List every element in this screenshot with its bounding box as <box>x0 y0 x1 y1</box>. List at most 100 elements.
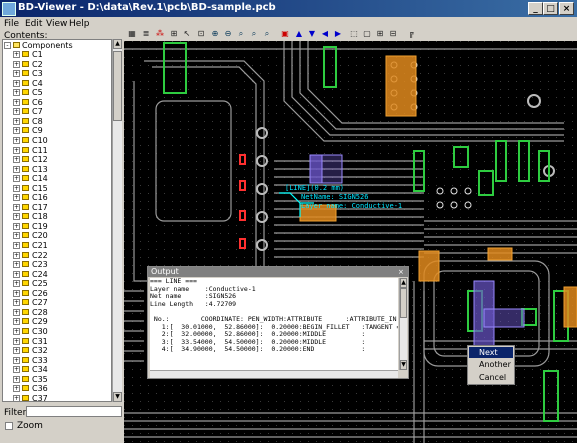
output-window[interactable]: Output × === LINE === Layer name :Conduct… <box>147 266 409 379</box>
expand-icon[interactable]: + <box>13 203 20 211</box>
expand-icon[interactable]: + <box>13 242 20 249</box>
tree-scrollbar[interactable]: ▲ ▼ <box>112 39 122 402</box>
output-hscroll[interactable] <box>150 370 398 378</box>
tree-item-label: C13 <box>32 164 48 174</box>
properties-icon[interactable]: ╔ <box>406 29 416 39</box>
expand-icon[interactable]: + <box>13 127 20 135</box>
expand-icon[interactable]: + <box>13 165 20 173</box>
expand-icon[interactable]: + <box>13 79 20 87</box>
expand-icon[interactable]: + <box>13 146 20 154</box>
menu-help[interactable]: Help <box>69 19 90 29</box>
scroll-thumb[interactable] <box>113 51 122 121</box>
component-icon <box>22 270 29 277</box>
expand-icon[interactable]: + <box>13 347 20 355</box>
select-area-icon[interactable]: ▢ <box>362 29 372 39</box>
expand-icon[interactable]: + <box>13 394 20 401</box>
component-icon <box>22 89 29 96</box>
zoom-checkbox[interactable] <box>5 422 13 430</box>
component-icon <box>22 136 29 143</box>
expand-icon[interactable]: + <box>13 184 20 192</box>
component-icon <box>22 203 29 210</box>
expand-icon[interactable]: + <box>13 98 20 106</box>
pan-down-icon[interactable]: ▼ <box>307 29 317 39</box>
grid-icon[interactable]: ▦ <box>127 29 137 39</box>
output-scroll-up-icon[interactable]: ▲ <box>400 278 407 288</box>
expand-icon[interactable]: + <box>13 318 20 326</box>
expand-icon[interactable]: + <box>13 299 20 307</box>
expand-icon[interactable]: + <box>13 136 20 144</box>
collapse-icon[interactable]: - <box>4 42 11 49</box>
filter-input[interactable] <box>26 406 122 417</box>
expand-icon[interactable]: + <box>13 175 20 183</box>
component-icon <box>22 222 29 229</box>
measure-icon[interactable]: ⊡ <box>196 29 206 39</box>
component-tree[interactable]: - Components + C1 + C2 + C3 + C4 + C5 + C6 + C7 + C8 + C9… <box>2 39 112 402</box>
zoom-fit-icon[interactable]: ⌕ <box>236 29 246 39</box>
tree-item-label: C19 <box>32 221 48 231</box>
tree-item-label: C22 <box>32 250 48 260</box>
close-button[interactable]: × <box>559 2 574 15</box>
maximize-button[interactable]: □ <box>543 2 558 15</box>
expand-icon[interactable]: + <box>13 51 20 58</box>
component-icon <box>22 98 29 105</box>
menu-file[interactable]: File <box>4 19 19 29</box>
output-text: === LINE === Layer name :Conductive-1 Net … <box>150 278 398 370</box>
output-close-icon[interactable]: × <box>398 267 404 277</box>
expand-icon[interactable]: + <box>13 60 20 68</box>
output-scroll-thumb[interactable] <box>400 288 407 318</box>
component-icon <box>22 60 29 67</box>
pan-left-icon[interactable]: ◀ <box>320 29 330 39</box>
expand-icon[interactable]: + <box>13 213 20 221</box>
layers-icon[interactable]: ≣ <box>141 29 151 39</box>
expand-icon[interactable]: + <box>13 156 20 164</box>
tree-item-label: C18 <box>32 212 48 222</box>
output-line: 4:[ 34.90000, 54.50000]: 0.20000:END : <box>150 345 366 354</box>
minimize-button[interactable]: _ <box>528 2 543 15</box>
expand-icon[interactable]: + <box>13 194 20 202</box>
expand-icon[interactable]: + <box>13 232 20 240</box>
expand-icon[interactable]: + <box>13 308 20 316</box>
menu-edit[interactable]: Edit <box>25 19 42 29</box>
tree-item-label: C26 <box>32 288 48 298</box>
deselect-icon[interactable]: ⊟ <box>388 29 398 39</box>
expand-icon[interactable]: + <box>13 108 20 116</box>
select-icon[interactable]: ⬚ <box>349 29 359 39</box>
expand-icon[interactable]: + <box>13 356 20 364</box>
pan-right-icon[interactable]: ▶ <box>333 29 343 39</box>
expand-icon[interactable]: + <box>13 337 20 345</box>
zoom-previous-icon[interactable]: ⌕ <box>262 29 272 39</box>
expand-icon[interactable]: + <box>13 289 20 297</box>
expand-icon[interactable]: + <box>13 366 20 374</box>
expand-icon[interactable]: + <box>13 70 20 78</box>
output-scroll-down-icon[interactable]: ▼ <box>400 360 407 370</box>
zoom-out-icon[interactable]: ⊖ <box>223 29 233 39</box>
component-icon[interactable]: ⊞ <box>169 29 179 39</box>
expand-icon[interactable]: + <box>13 385 20 393</box>
menu-view[interactable]: View <box>46 19 67 29</box>
scroll-up-icon[interactable]: ▲ <box>113 39 122 49</box>
expand-icon[interactable]: + <box>13 117 20 125</box>
output-title-bar[interactable]: Output × <box>148 267 408 277</box>
tree-item-label: C6 <box>32 97 43 107</box>
zoom-in-icon[interactable]: ⊕ <box>210 29 220 39</box>
zoom-window-icon[interactable]: ⌕ <box>249 29 259 39</box>
expand-icon[interactable]: + <box>13 270 20 278</box>
net-icon[interactable]: ⁂ <box>155 29 165 39</box>
tree-item-label: C10 <box>32 135 48 145</box>
expand-icon[interactable]: + <box>13 280 20 288</box>
expand-icon[interactable]: + <box>13 251 20 259</box>
expand-icon[interactable]: + <box>13 261 20 269</box>
pan-up-icon[interactable]: ▲ <box>294 29 304 39</box>
expand-icon[interactable]: + <box>13 89 20 97</box>
output-vscroll[interactable]: ▲ ▼ <box>399 278 407 370</box>
select-all-icon[interactable]: ⊞ <box>375 29 385 39</box>
expand-icon[interactable]: + <box>13 327 20 335</box>
menu-item-next[interactable]: Next <box>469 347 513 358</box>
expand-icon[interactable]: + <box>13 222 20 230</box>
pointer-icon[interactable]: ↖ <box>182 29 192 39</box>
expand-icon[interactable]: + <box>13 375 20 383</box>
scroll-down-icon[interactable]: ▼ <box>113 392 122 402</box>
highlight-icon[interactable]: ▣ <box>280 29 290 39</box>
menu-item-cancel[interactable]: Cancel <box>469 372 513 383</box>
menu-item-another[interactable]: Another <box>469 359 513 370</box>
